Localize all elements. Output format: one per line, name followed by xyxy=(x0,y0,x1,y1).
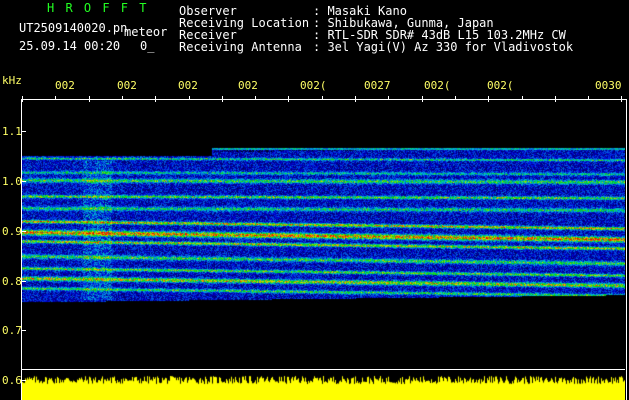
time-tick-mark xyxy=(621,96,623,102)
brand-title: H R O F F T xyxy=(47,1,149,15)
time-tick-label: 002 xyxy=(238,79,258,92)
time-tick-label: 002( xyxy=(300,79,327,92)
time-tick-label: 002 xyxy=(55,79,75,92)
timestamp: 25.09.14 00:20 xyxy=(19,39,121,53)
frequency-label: 1.0 xyxy=(2,175,22,188)
time-tick-label: 0030 xyxy=(595,79,622,92)
frequency-tick-mark xyxy=(21,330,26,331)
time-tick-mark xyxy=(221,96,223,102)
time-tick-mark xyxy=(288,96,290,102)
time-tick-mark xyxy=(55,96,57,99)
extra-mark: 0_ xyxy=(140,39,155,53)
frequency-tick-mark xyxy=(21,231,26,232)
frequency-tick-mark xyxy=(21,181,26,182)
time-tick-label: 002( xyxy=(487,79,514,92)
frequency-label: 0.7 xyxy=(2,324,22,337)
frequency-label: 1.1 xyxy=(2,125,22,138)
frequency-label: 0.6 xyxy=(2,374,22,387)
frequency-tick-mark xyxy=(21,131,26,132)
antenna-value: : 3el Yagi(V) Az 330 for Vladivostok xyxy=(313,40,574,54)
time-tick-mark xyxy=(255,96,257,99)
time-tick-mark xyxy=(321,96,323,99)
spectrogram-image xyxy=(22,100,625,369)
detection-tag: meteor xyxy=(124,25,168,39)
frequency-tick-mark xyxy=(21,281,26,282)
time-tick-mark xyxy=(521,96,523,99)
hrofft-viewer: H R O F F T UT2509140020.pn meteor 25.09… xyxy=(0,0,629,400)
time-ticks xyxy=(22,96,625,104)
time-tick-mark xyxy=(355,96,356,102)
frequency-label: 0.8 xyxy=(2,275,22,288)
time-tick-mark xyxy=(421,96,423,102)
time-tick-mark xyxy=(588,96,590,99)
time-tick-label: 002( xyxy=(424,79,451,92)
time-tick-mark xyxy=(88,96,90,102)
time-tick-mark xyxy=(554,96,556,102)
time-tick-mark xyxy=(454,96,456,99)
axis-unit-label: kHz xyxy=(2,74,22,87)
time-tick-mark xyxy=(488,96,490,102)
time-tick-label: 002 xyxy=(178,79,198,92)
time-tick-label: 0027 xyxy=(364,79,391,92)
file-name: UT2509140020.pn xyxy=(19,21,128,35)
frequency-tick-mark xyxy=(21,380,26,381)
time-tick-mark xyxy=(155,96,157,102)
time-tick-mark xyxy=(188,96,190,99)
antenna-label: Receiving Antenna xyxy=(179,40,302,54)
frequency-label: 0.9 xyxy=(2,225,22,238)
time-tick-mark xyxy=(388,96,390,99)
time-tick-mark xyxy=(22,96,23,102)
signal-strength-strip xyxy=(22,370,625,400)
time-tick-label: 002 xyxy=(117,79,137,92)
time-tick-mark xyxy=(121,96,123,99)
